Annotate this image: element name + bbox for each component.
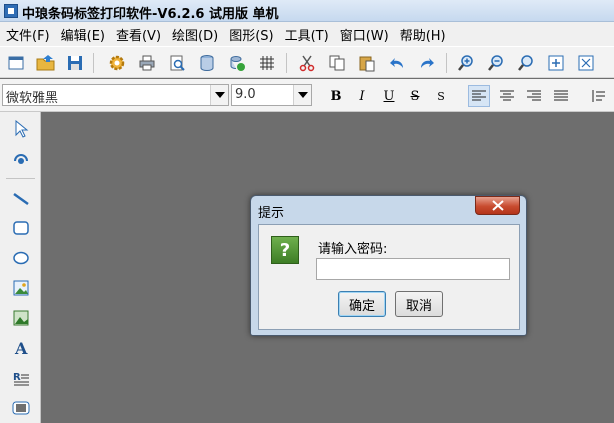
align-left-icon[interactable] bbox=[468, 85, 490, 107]
font-size-value: 9.0 bbox=[235, 87, 256, 102]
italic-button[interactable]: I bbox=[351, 85, 373, 107]
menu-draw[interactable]: 绘图(D) bbox=[172, 25, 218, 44]
zoom-out-icon[interactable] bbox=[485, 52, 507, 74]
bold-button[interactable]: B bbox=[325, 85, 347, 107]
menu-edit[interactable]: 编辑(E) bbox=[61, 25, 105, 44]
justify-icon[interactable] bbox=[550, 85, 572, 107]
standard-toolbar bbox=[0, 46, 614, 78]
rectangle-tool-icon[interactable] bbox=[9, 216, 33, 240]
dialog-body: ? 请输入密码: 确定 取消 bbox=[258, 224, 520, 330]
close-icon bbox=[491, 200, 504, 211]
print-preview-icon[interactable] bbox=[166, 52, 188, 74]
chevron-down-icon[interactable] bbox=[293, 85, 311, 105]
barcode-tool-icon[interactable] bbox=[9, 396, 33, 420]
rich-text-tool-icon[interactable]: R bbox=[9, 366, 33, 390]
database-icon[interactable] bbox=[196, 52, 218, 74]
text-tool-icon[interactable]: A bbox=[9, 336, 33, 360]
toolbar-separator bbox=[93, 53, 94, 73]
underline-button[interactable]: U bbox=[378, 85, 400, 107]
panel-separator bbox=[6, 178, 35, 179]
save-icon[interactable] bbox=[64, 52, 86, 74]
svg-text:R: R bbox=[13, 372, 21, 383]
title-bar: 中琅条码标签打印软件-V6.2.6 试用版 单机 bbox=[0, 0, 614, 22]
menu-tools[interactable]: 工具(T) bbox=[285, 25, 329, 44]
vertical-align-icon[interactable] bbox=[588, 85, 610, 107]
image-tool-icon[interactable] bbox=[9, 276, 33, 300]
new-icon[interactable] bbox=[5, 52, 27, 74]
copy-icon[interactable] bbox=[326, 52, 348, 74]
cancel-button[interactable]: 取消 bbox=[395, 291, 443, 317]
undo-icon[interactable] bbox=[386, 52, 408, 74]
print-icon[interactable] bbox=[136, 52, 158, 74]
chevron-down-icon[interactable] bbox=[210, 85, 228, 105]
password-prompt-label: 请输入密码: bbox=[318, 242, 388, 257]
rotate-tool-icon[interactable] bbox=[9, 146, 33, 170]
window-title: 中琅条码标签打印软件-V6.2.6 试用版 单机 bbox=[22, 7, 279, 22]
open-icon[interactable] bbox=[35, 52, 57, 74]
strikethrough-button[interactable]: S bbox=[404, 85, 426, 107]
format-toolbar: 微软雅黑 9.0 B I U S S bbox=[0, 79, 614, 112]
password-dialog: 提示 ? 请输入密码: 确定 取消 bbox=[250, 195, 527, 336]
drawing-tools-panel: A R bbox=[0, 112, 41, 423]
password-input[interactable] bbox=[316, 258, 510, 280]
toolbar-separator bbox=[286, 53, 287, 73]
menu-shape[interactable]: 图形(S) bbox=[229, 25, 273, 44]
picture-tool-icon[interactable] bbox=[9, 306, 33, 330]
ellipse-tool-icon[interactable] bbox=[9, 246, 33, 270]
font-family-select[interactable]: 微软雅黑 bbox=[2, 84, 229, 106]
letter-spacing-button[interactable]: S bbox=[430, 85, 452, 107]
svg-text:A: A bbox=[14, 339, 28, 357]
grid-icon[interactable] bbox=[256, 52, 278, 74]
dialog-title: 提示 bbox=[258, 206, 285, 221]
menu-view[interactable]: 查看(V) bbox=[116, 25, 161, 44]
redo-icon[interactable] bbox=[416, 52, 438, 74]
zoom-in-icon[interactable] bbox=[455, 52, 477, 74]
toolbar-separator bbox=[446, 53, 447, 73]
align-right-icon[interactable] bbox=[523, 85, 545, 107]
menu-help[interactable]: 帮助(H) bbox=[400, 25, 446, 44]
close-button[interactable] bbox=[475, 196, 520, 215]
question-icon: ? bbox=[271, 236, 299, 264]
cut-icon[interactable] bbox=[296, 52, 318, 74]
data-link-icon[interactable] bbox=[226, 52, 248, 74]
select-pointer-icon[interactable] bbox=[9, 117, 33, 141]
menu-bar: 文件(F) 编辑(E) 查看(V) 绘图(D) 图形(S) 工具(T) 窗口(W… bbox=[0, 22, 614, 46]
font-size-select[interactable]: 9.0 bbox=[231, 84, 312, 106]
align-center-icon[interactable] bbox=[496, 85, 518, 107]
paste-icon[interactable] bbox=[356, 52, 378, 74]
zoom-fit-icon[interactable] bbox=[515, 52, 537, 74]
fit-page-icon[interactable] bbox=[545, 52, 567, 74]
font-family-value: 微软雅黑 bbox=[6, 91, 59, 106]
actual-size-icon[interactable] bbox=[575, 52, 597, 74]
settings-icon[interactable] bbox=[106, 52, 128, 74]
app-logo-icon bbox=[4, 4, 18, 18]
line-tool-icon[interactable] bbox=[9, 187, 33, 211]
menu-file[interactable]: 文件(F) bbox=[6, 25, 50, 44]
ok-button[interactable]: 确定 bbox=[338, 291, 386, 317]
menu-window[interactable]: 窗口(W) bbox=[340, 25, 389, 44]
